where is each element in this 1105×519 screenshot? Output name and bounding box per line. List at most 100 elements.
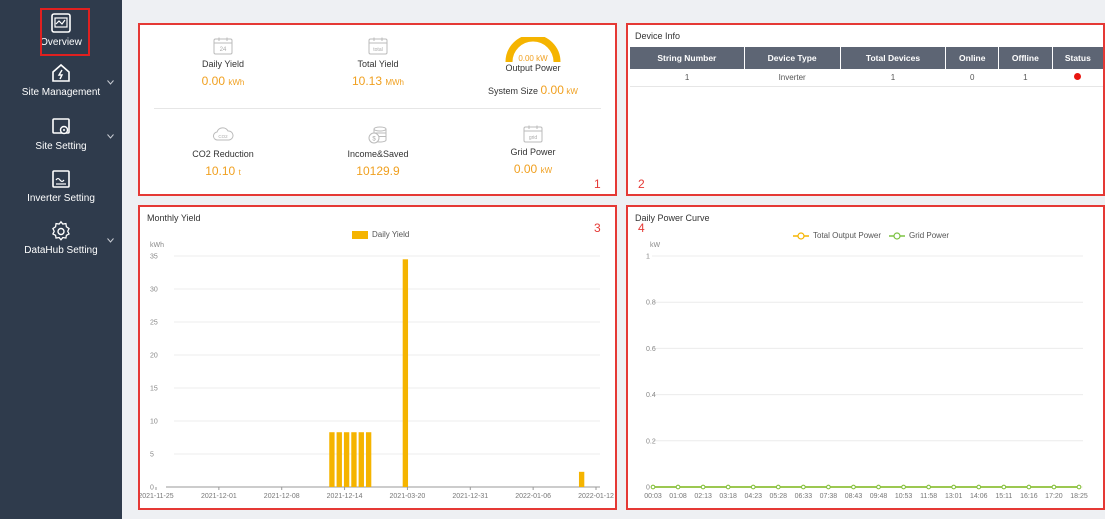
co2-cloud-text: CO2 [218,134,228,139]
system-size-unit: kW [566,87,578,96]
calendar-icon: 24 [213,37,233,55]
bar[interactable] [336,432,342,487]
x-tick-label: 13:01 [945,493,963,500]
calendar-text: 24 [220,47,227,53]
data-point[interactable] [976,484,982,490]
y-tick-label: 0 [150,485,154,492]
x-tick-label: 16:16 [1020,493,1038,500]
data-point[interactable] [675,484,681,490]
system-size-value: 0.00 [540,83,564,97]
panel-marker: 2 [638,177,645,191]
daily-power-panel: Daily Power Curve 4 Total Output Power G… [626,205,1105,510]
monthly-yield-chart: kWh 0 5 10 15 20 25 30 35 2021-11-25 2021-12-01 202… [140,242,614,500]
system-size: System Size 0.00 kW [458,83,608,97]
x-tick-label: 01:08 [669,493,687,500]
bar[interactable] [358,432,364,487]
cell-total-devices: 1 [840,69,946,87]
bar[interactable] [365,432,372,487]
data-point[interactable] [1076,484,1082,490]
gauge-unit: kW [536,54,548,63]
co2-label: CO2 Reduction [192,149,254,159]
x-tick-label: 2021-12-08 [264,493,300,500]
data-point[interactable] [1001,484,1007,490]
data-point[interactable] [1026,484,1032,490]
data-point[interactable] [826,484,831,490]
gauge-icon: 0.00 kW [505,37,561,63]
cell-online: 0 [945,69,999,87]
x-tick-label: 09:48 [870,493,888,500]
chevron-down-icon [107,80,114,85]
data-point[interactable] [650,484,656,490]
y-tick-label: 0 [646,485,650,492]
y-tick-label: 15 [150,386,158,393]
x-tick-label: 02:13 [694,493,712,500]
cell-status [1052,69,1103,87]
x-tick-label: 2022-01-06 [515,493,551,500]
inverter-setting-icon [52,170,70,188]
data-point[interactable] [700,484,706,490]
y-tick-label: 30 [150,287,158,294]
bar[interactable] [351,432,357,487]
column-header: String Number [630,47,745,69]
y-tick-label: 0.8 [646,300,656,307]
nav-datahub-setting-label: DataHub Setting [24,245,98,256]
data-point[interactable] [750,484,756,490]
data-point[interactable] [901,484,906,490]
table-row[interactable]: 1 Inverter 1 0 1 [630,69,1103,87]
nav-site-setting[interactable]: Site Setting [0,116,122,160]
data-point[interactable] [876,484,881,490]
grid-power-unit: kW [540,166,553,175]
chevron-down-icon [107,238,114,243]
x-tick-label: 2021-12-14 [327,493,363,500]
y-tick-label: 35 [150,254,158,261]
daily-yield-unit: kWh [228,78,245,87]
datahub-setting-icon [52,220,70,241]
nav-site-management[interactable]: Site Management [0,62,122,106]
y-tick-label: 25 [150,320,158,327]
y-tick-label: 20 [150,353,158,360]
site-management-icon [52,63,70,82]
nav-overview[interactable]: Overview [0,0,122,58]
co2-unit: t [238,168,241,177]
data-point[interactable] [951,484,957,490]
device-table: String Number Device Type Total Devices … [630,47,1103,87]
table-header-row: String Number Device Type Total Devices … [630,47,1103,69]
y-tick-label: 0.2 [646,438,656,445]
x-tick-label: 00:03 [644,493,662,500]
co2-number: 10.10 [205,164,236,178]
data-point[interactable] [926,484,931,490]
x-tick-label: 18:25 [1070,493,1088,500]
x-tick-label: 08:43 [845,493,863,500]
monthly-yield-panel: Monthly Yield 3 Daily Yield kWh 0 5 10 15 20 2… [138,205,617,510]
x-tick-label: 2022-01-12 [578,493,614,500]
coins-icon: $ [368,126,387,144]
bar[interactable] [343,432,350,487]
bar[interactable] [402,259,409,487]
bar[interactable] [578,471,585,487]
x-tick-label: 06:33 [795,493,813,500]
data-point[interactable] [775,484,781,490]
x-tick-label: 2021-12-01 [201,493,237,500]
column-header: Status [1052,47,1103,69]
nav-site-setting-label: Site Setting [35,141,87,152]
system-size-label: System Size [488,86,539,96]
nav-inverter-setting-label: Inverter Setting [27,193,95,204]
y-axis-label: kWh [150,242,164,249]
daily-yield-tile: 24 Daily Yield 0.00 kWh [148,37,298,88]
grid-power-value: 0.00 kW [458,162,608,176]
x-tick-label: 15:11 [995,493,1012,500]
data-point[interactable] [801,484,806,490]
data-point[interactable] [1051,484,1057,490]
x-tick-label: 03:18 [719,493,737,500]
co2-cloud-icon: CO2 [213,127,234,141]
data-point[interactable] [851,484,856,490]
bar[interactable] [329,432,335,487]
grid-power-label: Grid Power [510,147,556,157]
x-tick-label: 11:58 [920,493,937,500]
grid-power-tile: grid Grid Power 0.00 kW [458,125,608,176]
x-tick-label: 10:53 [895,493,913,500]
data-point[interactable] [725,484,731,490]
nav-datahub-setting[interactable]: DataHub Setting [0,220,122,264]
total-yield-number: 10.13 [351,74,382,88]
nav-inverter-setting[interactable]: Inverter Setting [0,168,122,208]
